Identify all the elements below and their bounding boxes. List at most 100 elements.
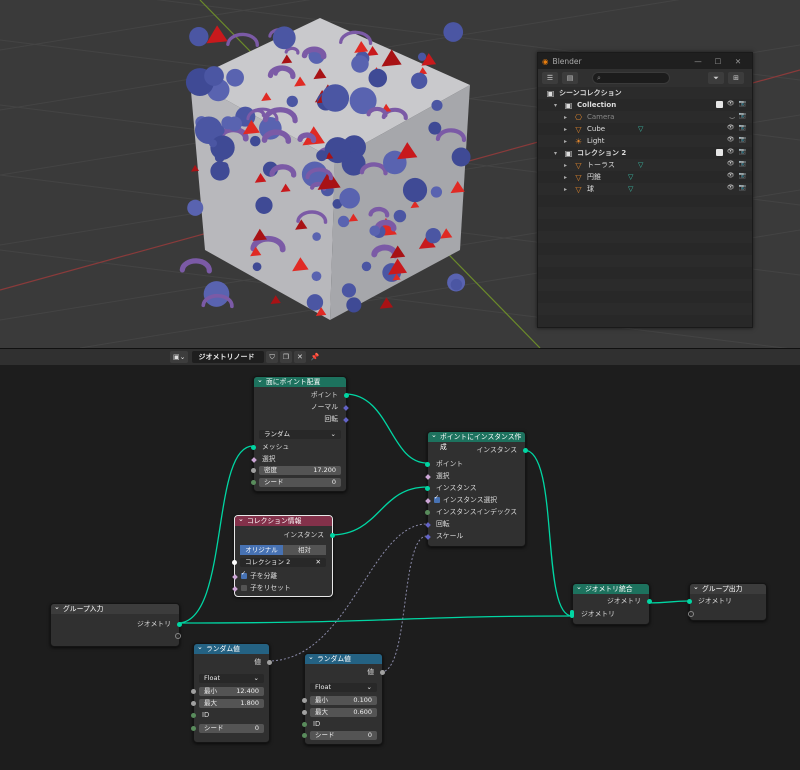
scale-input-socket[interactable] xyxy=(425,534,431,540)
max-input-socket[interactable] xyxy=(302,710,307,715)
instance-index-socket[interactable] xyxy=(425,510,430,515)
value-output-socket[interactable] xyxy=(380,670,385,675)
minimize-button[interactable]: — xyxy=(688,57,708,66)
eye-icon[interactable]: 👁 xyxy=(727,124,735,131)
node-title[interactable]: ランダム値 xyxy=(305,652,382,664)
outliner-row[interactable]: ▾ ▣ コレクション 2 👁 📷 xyxy=(538,147,752,159)
filter-icon[interactable]: ⏷ xyxy=(708,72,724,84)
exclude-checkbox[interactable] xyxy=(715,101,723,108)
expand-arrow-icon[interactable]: ▾ xyxy=(554,150,562,157)
separate-children-socket[interactable] xyxy=(232,574,238,580)
instanced-cube-object[interactable] xyxy=(179,18,471,320)
outliner-row[interactable]: ▾ ▣ Collection 👁 📷 xyxy=(538,99,752,111)
collection-info-node[interactable]: コレクション情報 インスタンス オリジナル 相対 コレクション 2✕ 子を分離 … xyxy=(232,514,335,597)
outliner-titlebar[interactable]: ◉ Blender — ☐ ✕ xyxy=(538,53,752,69)
seed-input-socket[interactable] xyxy=(302,733,307,738)
node-tree-name-field[interactable]: ジオメトリノード xyxy=(192,351,265,363)
unlink-close-icon[interactable]: ✕ xyxy=(294,351,306,363)
min-field[interactable]: 最小 12.400 xyxy=(199,687,264,696)
reset-children-checkbox[interactable] xyxy=(241,585,247,591)
id-input-socket[interactable] xyxy=(302,722,307,727)
seed-field[interactable]: シード 0 xyxy=(310,731,377,740)
render-camera-icon[interactable]: 📷 xyxy=(739,148,746,156)
distribute-mode-dropdown[interactable]: ランダム ⌄ xyxy=(259,430,341,439)
expand-arrow-icon[interactable]: ▸ xyxy=(564,138,572,145)
outliner-row[interactable]: ▸ ▽ 円錐 👁 📷 ▽ xyxy=(538,171,752,183)
distribute-points-node[interactable]: 面にポイント配置 ポイント ノーマル 回転 ランダム ⌄ メッシュ 選択 密度 17… xyxy=(251,375,349,492)
fake-user-shield-icon[interactable]: ⛉ xyxy=(266,351,278,363)
instance-input-socket[interactable] xyxy=(425,486,430,491)
geometry-output-socket[interactable] xyxy=(177,622,182,627)
node-title[interactable]: ランダム値 xyxy=(194,642,269,654)
group-input-node[interactable]: グループ入力 ジオメトリ xyxy=(50,602,182,647)
original-option[interactable]: オリジナル xyxy=(240,545,283,555)
outliner-window[interactable]: ◉ Blender — ☐ ✕ ☰ ▤ ⌕ ⏷ ⊞ ▣ シーンコレクション ▾ ▣ Co… xyxy=(537,52,753,328)
instances-output-socket[interactable] xyxy=(523,448,528,453)
join-geometry-node[interactable]: ジオメトリ統合 ジオメトリ ジオメトリ xyxy=(570,582,652,625)
new-collection-button[interactable]: ⊞ xyxy=(728,72,744,84)
display-mode-button[interactable]: ☰ xyxy=(542,72,558,84)
id-input-socket[interactable] xyxy=(191,713,196,718)
min-field[interactable]: 最小 0.100 xyxy=(310,696,377,705)
outliner-row[interactable]: ▸ ▽ 球 👁 📷 ▽ xyxy=(538,183,752,195)
geometry-input-socket[interactable] xyxy=(687,599,692,604)
expand-arrow-icon[interactable]: ▾ xyxy=(554,102,562,109)
node-title[interactable]: 面にポイント配置 xyxy=(254,375,346,387)
outliner-row[interactable]: ▸ ▽ トーラス 👁 📷 ▽ xyxy=(538,159,752,171)
data-type-dropdown[interactable]: Float ⌄ xyxy=(199,674,264,683)
geometry-multi-input-socket[interactable] xyxy=(570,610,574,618)
render-camera-icon[interactable]: 📷 xyxy=(739,160,746,167)
reset-children-socket[interactable] xyxy=(232,586,238,592)
selection-input-socket[interactable] xyxy=(425,474,431,480)
render-camera-icon[interactable]: 📷 xyxy=(739,136,746,143)
density-field[interactable]: 密度 17.200 xyxy=(259,466,341,475)
eye-icon[interactable]: 👁 xyxy=(727,184,735,191)
expand-arrow-icon[interactable]: ▸ xyxy=(564,186,572,193)
pick-instance-socket[interactable] xyxy=(425,498,431,504)
random-value-node-2[interactable]: ランダム値 値 Float ⌄ 最小 0.100 最大 0.600 ID シード 0 xyxy=(302,652,385,745)
empty-input-socket[interactable] xyxy=(688,611,694,617)
points-output-socket[interactable] xyxy=(344,393,349,398)
instances-output-socket[interactable] xyxy=(330,533,335,538)
value-output-socket[interactable] xyxy=(267,660,272,665)
node-title[interactable]: グループ入力 xyxy=(51,602,179,614)
outliner-row[interactable]: ▸ ⎔ Camera ‿ 📷 xyxy=(538,111,752,123)
outliner-search-input[interactable]: ⌕ xyxy=(592,72,670,84)
seed-field[interactable]: シード 0 xyxy=(259,478,341,487)
empty-output-socket[interactable] xyxy=(175,633,181,639)
max-input-socket[interactable] xyxy=(191,701,196,706)
density-input-socket[interactable] xyxy=(251,468,256,473)
expand-arrow-icon[interactable]: ▸ xyxy=(564,174,572,181)
points-input-socket[interactable] xyxy=(425,462,430,467)
geometry-output-socket[interactable] xyxy=(647,599,652,604)
maximize-button[interactable]: ☐ xyxy=(708,57,728,66)
expand-arrow-icon[interactable]: ▸ xyxy=(564,162,572,169)
outliner-row[interactable]: ▸ ☀ Light 👁 📷 xyxy=(538,135,752,147)
expand-arrow-icon[interactable]: ▸ xyxy=(564,126,572,133)
max-field[interactable]: 最大 0.600 xyxy=(310,708,377,717)
3d-viewport[interactable]: ◉ Blender — ☐ ✕ ☰ ▤ ⌕ ⏷ ⊞ ▣ シーンコレクション ▾ ▣ Co… xyxy=(0,0,800,348)
clear-icon[interactable]: ✕ xyxy=(316,558,321,567)
render-camera-icon[interactable]: 📷 xyxy=(739,112,746,119)
duplicate-icon[interactable]: ❐ xyxy=(279,351,293,363)
expand-arrow-icon[interactable]: ▸ xyxy=(564,114,572,121)
exclude-checkbox[interactable] xyxy=(715,149,723,156)
pin-icon[interactable]: 📌 xyxy=(308,351,323,363)
selection-input-socket[interactable] xyxy=(251,457,257,463)
separate-children-checkbox[interactable] xyxy=(241,570,247,579)
outliner-row[interactable]: ▣ シーンコレクション xyxy=(538,87,752,99)
node-title[interactable]: ジオメトリ統合 xyxy=(573,582,649,594)
seed-input-socket[interactable] xyxy=(251,480,256,485)
hidden-eye-icon[interactable]: ‿ xyxy=(730,112,735,119)
close-button[interactable]: ✕ xyxy=(728,57,748,66)
seed-field[interactable]: シード 0 xyxy=(199,724,264,733)
max-field[interactable]: 最大 1.800 xyxy=(199,699,264,708)
min-input-socket[interactable] xyxy=(191,689,196,694)
eye-icon[interactable]: 👁 xyxy=(727,100,735,108)
eye-icon[interactable]: 👁 xyxy=(727,160,735,167)
node-tree-type-button[interactable]: ▣⌄ xyxy=(170,351,189,363)
render-camera-icon[interactable]: 📷 xyxy=(739,172,746,179)
render-camera-icon[interactable]: 📷 xyxy=(739,184,746,191)
eye-icon[interactable]: 👁 xyxy=(727,172,735,179)
min-input-socket[interactable] xyxy=(302,698,307,703)
